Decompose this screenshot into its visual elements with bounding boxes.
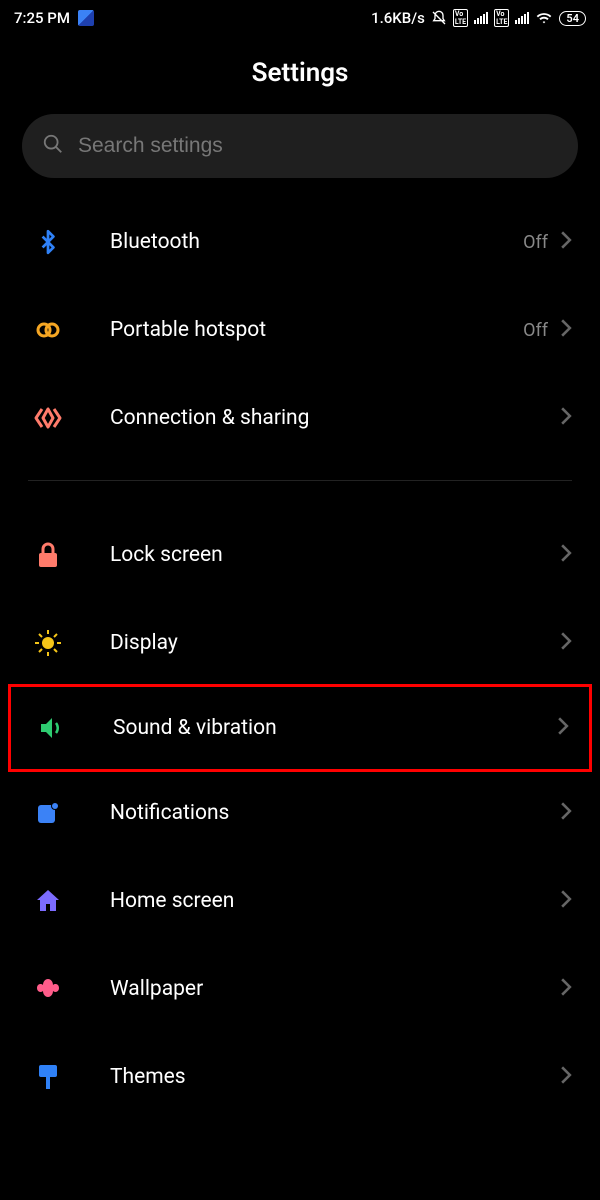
- lock-icon: [28, 541, 68, 569]
- flower-icon: [28, 976, 68, 1002]
- item-status: Off: [523, 320, 548, 341]
- item-label: Bluetooth: [68, 230, 523, 254]
- chevron-right-icon: [560, 231, 572, 253]
- signal-icon-1: [474, 12, 488, 24]
- status-bar: 7:25 PM 1.6KB/s VoLTE VoLTE 54: [0, 0, 600, 36]
- settings-item-connection-sharing[interactable]: Connection & sharing: [0, 374, 600, 462]
- section-divider: [28, 480, 572, 481]
- settings-item-wallpaper[interactable]: Wallpaper: [0, 945, 600, 1033]
- settings-item-lock-screen[interactable]: Lock screen: [0, 511, 600, 599]
- chevron-right-icon: [560, 802, 572, 824]
- notifications-icon: [28, 800, 68, 826]
- settings-item-notifications[interactable]: Notifications: [0, 769, 600, 857]
- connection-sharing-icon: [28, 405, 68, 431]
- item-label: Portable hotspot: [68, 318, 523, 342]
- clock: 7:25 PM: [14, 9, 70, 27]
- wifi-icon: [535, 10, 553, 26]
- item-label: Connection & sharing: [68, 406, 560, 430]
- item-label: Display: [68, 631, 560, 655]
- search-input[interactable]: [78, 134, 558, 158]
- settings-item-bluetooth[interactable]: Bluetooth Off: [0, 198, 600, 286]
- home-icon: [28, 888, 68, 914]
- bluetooth-icon: [28, 227, 68, 257]
- page-title: Settings: [0, 36, 600, 114]
- item-label: Notifications: [68, 801, 560, 825]
- settings-item-home-screen[interactable]: Home screen: [0, 857, 600, 945]
- dnd-icon: [431, 10, 447, 26]
- chevron-right-icon: [557, 717, 569, 739]
- battery-indicator: 54: [559, 11, 586, 26]
- chevron-right-icon: [560, 319, 572, 341]
- file-manager-icon: [78, 10, 94, 26]
- chevron-right-icon: [560, 890, 572, 912]
- search-icon: [42, 133, 64, 159]
- item-label: Themes: [68, 1065, 560, 1089]
- volte-icon-2: VoLTE: [494, 9, 509, 27]
- net-speed: 1.6KB/s: [371, 9, 425, 27]
- signal-icon-2: [515, 12, 529, 24]
- brush-icon: [28, 1063, 68, 1091]
- settings-item-sound-vibration[interactable]: Sound & vibration: [8, 684, 592, 772]
- volte-icon-1: VoLTE: [453, 9, 468, 27]
- item-label: Home screen: [68, 889, 560, 913]
- chevron-right-icon: [560, 1066, 572, 1088]
- chevron-right-icon: [560, 632, 572, 654]
- item-status: Off: [523, 232, 548, 253]
- item-label: Lock screen: [68, 543, 560, 567]
- chevron-right-icon: [560, 978, 572, 1000]
- chevron-right-icon: [560, 544, 572, 566]
- chevron-right-icon: [560, 407, 572, 429]
- hotspot-icon: [28, 318, 68, 342]
- item-label: Sound & vibration: [71, 716, 557, 740]
- search-bar[interactable]: [22, 114, 578, 178]
- item-label: Wallpaper: [68, 977, 560, 1001]
- speaker-icon: [31, 715, 71, 741]
- settings-item-display[interactable]: Display: [0, 599, 600, 687]
- settings-item-hotspot[interactable]: Portable hotspot Off: [0, 286, 600, 374]
- sun-icon: [28, 629, 68, 657]
- settings-item-themes[interactable]: Themes: [0, 1033, 600, 1121]
